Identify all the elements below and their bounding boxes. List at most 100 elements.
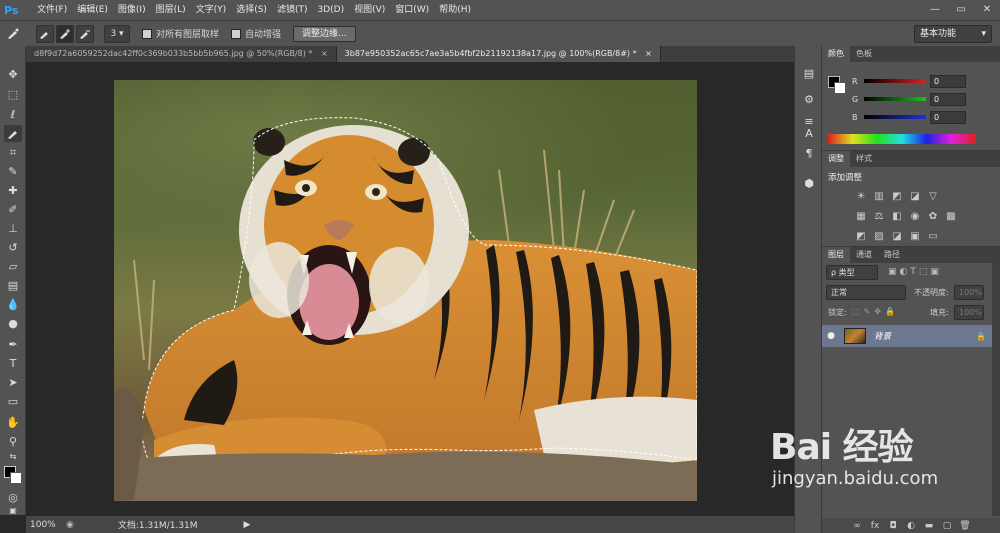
levels-icon[interactable]: ▥ bbox=[870, 189, 888, 203]
swap-colors-icon[interactable]: ⇆ bbox=[4, 450, 22, 462]
refine-edge-button[interactable]: 调整边缘... bbox=[293, 25, 356, 42]
minimize-button[interactable]: — bbox=[922, 0, 948, 18]
menu-filter[interactable]: 滤镜(T) bbox=[272, 0, 313, 20]
brightness-icon[interactable]: ☀ bbox=[852, 189, 870, 203]
canvas-area[interactable] bbox=[26, 62, 794, 516]
workspace-select[interactable]: 基本功能 bbox=[914, 25, 992, 43]
healing-brush-tool-icon[interactable]: ✚ bbox=[4, 182, 22, 199]
screen-mode-icon[interactable]: ▣ bbox=[4, 506, 22, 515]
layer-row-background[interactable]: ● 背景 🔒 bbox=[822, 325, 992, 347]
threshold-icon[interactable]: ◪ bbox=[888, 229, 906, 243]
brush-size-picker[interactable]: 3 ▾ bbox=[104, 24, 130, 43]
menu-layer[interactable]: 图层(L) bbox=[151, 0, 191, 20]
layers-scrollbar[interactable] bbox=[992, 263, 1000, 516]
sample-all-layers-checkbox[interactable] bbox=[142, 28, 152, 39]
close-button[interactable]: ✕ bbox=[974, 0, 1000, 18]
auto-enhance-checkbox[interactable] bbox=[231, 28, 242, 39]
crop-tool-icon[interactable]: ⌗ bbox=[4, 144, 22, 161]
menu-help[interactable]: 帮助(H) bbox=[434, 0, 476, 20]
tab-document-1[interactable]: d8f9d72a6059252dac42ff0c369b033b5bb5b965… bbox=[26, 46, 337, 62]
blend-mode-select[interactable]: 正常 bbox=[826, 285, 906, 300]
opacity-input[interactable]: 100% bbox=[954, 285, 984, 300]
close-icon[interactable]: × bbox=[321, 49, 328, 58]
blue-slider[interactable]: B 0 bbox=[852, 110, 992, 124]
move-tool-icon[interactable]: ✥ bbox=[4, 66, 22, 83]
properties-panel-icon[interactable]: ⚙ bbox=[800, 90, 818, 108]
dodge-tool-icon[interactable]: ● bbox=[4, 315, 22, 332]
lasso-tool-icon[interactable]: ℓ bbox=[4, 106, 22, 123]
type-tool-icon[interactable]: T bbox=[4, 355, 22, 372]
history-panel-icon[interactable]: ▤ bbox=[800, 64, 818, 82]
brush-tool-icon[interactable]: ✐ bbox=[4, 201, 22, 218]
3d-panel-icon[interactable]: ⬢ bbox=[800, 174, 818, 192]
hand-tool-icon[interactable]: ✋ bbox=[4, 414, 22, 431]
hue-saturation-icon[interactable]: ▦ bbox=[852, 209, 870, 223]
link-layers-icon[interactable]: ∞ bbox=[848, 521, 866, 531]
tab-paths[interactable]: 路径 bbox=[878, 247, 906, 263]
color-lookup-icon[interactable]: ▩ bbox=[942, 209, 960, 223]
black-white-icon[interactable]: ◧ bbox=[888, 209, 906, 223]
exposure-icon[interactable]: ◪ bbox=[906, 189, 924, 203]
subtract-from-selection-icon[interactable] bbox=[76, 24, 94, 43]
menu-select[interactable]: 选择(S) bbox=[231, 0, 272, 20]
document-image[interactable] bbox=[114, 80, 697, 501]
curves-icon[interactable]: ◩ bbox=[888, 189, 906, 203]
fill-input[interactable]: 100% bbox=[954, 305, 984, 320]
tab-adjustments[interactable]: 调整 bbox=[822, 151, 850, 167]
color-spectrum[interactable] bbox=[828, 134, 976, 144]
tab-channels[interactable]: 通道 bbox=[850, 247, 878, 263]
close-icon[interactable]: × bbox=[645, 49, 652, 58]
character-panel-icon[interactable]: A bbox=[800, 124, 818, 142]
menu-file[interactable]: 文件(F) bbox=[32, 0, 72, 20]
color-background-swatch[interactable] bbox=[834, 82, 846, 94]
green-slider[interactable]: G 0 bbox=[852, 92, 992, 106]
red-slider[interactable]: R 0 bbox=[852, 74, 992, 88]
blue-slider-track[interactable] bbox=[864, 115, 926, 119]
add-to-selection-icon[interactable] bbox=[56, 24, 74, 43]
zoom-tool-icon[interactable]: ⚲ bbox=[4, 433, 22, 450]
background-color-swatch[interactable] bbox=[10, 472, 22, 484]
menu-3d[interactable]: 3D(D) bbox=[312, 0, 349, 20]
rectangle-tool-icon[interactable]: ▭ bbox=[4, 393, 22, 410]
marquee-tool-icon[interactable]: ⬚ bbox=[4, 86, 22, 103]
new-adjustment-icon[interactable]: ◐ bbox=[902, 521, 920, 531]
tab-color[interactable]: 颜色 bbox=[822, 46, 850, 62]
green-slider-track[interactable] bbox=[864, 97, 926, 101]
quick-selection-tool-icon[interactable] bbox=[4, 125, 22, 142]
menu-edit[interactable]: 编辑(E) bbox=[72, 0, 113, 20]
red-slider-track[interactable] bbox=[864, 79, 926, 83]
green-value[interactable]: 0 bbox=[930, 92, 966, 106]
eyedropper-tool-icon[interactable]: ✎ bbox=[4, 163, 22, 180]
invert-icon[interactable]: ◩ bbox=[852, 229, 870, 243]
tab-layers[interactable]: 图层 bbox=[822, 247, 850, 263]
status-menu-arrow-icon[interactable]: ▶ bbox=[244, 520, 251, 530]
new-selection-icon[interactable] bbox=[36, 24, 54, 43]
vibrance-icon[interactable]: ▽ bbox=[924, 189, 942, 203]
color-balance-icon[interactable]: ⚖ bbox=[870, 209, 888, 223]
lock-icon[interactable]: 🔒 bbox=[976, 332, 986, 341]
gradient-map-icon[interactable]: ▭ bbox=[924, 229, 942, 243]
layer-name[interactable]: 背景 bbox=[874, 330, 891, 342]
tab-swatches[interactable]: 色板 bbox=[850, 46, 878, 62]
pen-tool-icon[interactable]: ✒ bbox=[4, 336, 22, 353]
menu-image[interactable]: 图像(I) bbox=[113, 0, 151, 20]
eraser-tool-icon[interactable]: ▱ bbox=[4, 258, 22, 275]
tab-styles[interactable]: 样式 bbox=[850, 151, 878, 167]
clone-stamp-tool-icon[interactable]: ⊥ bbox=[4, 220, 22, 237]
photo-filter-icon[interactable]: ◉ bbox=[906, 209, 924, 223]
blue-value[interactable]: 0 bbox=[930, 110, 966, 124]
paragraph-panel-icon[interactable]: ¶ bbox=[800, 144, 818, 162]
red-value[interactable]: 0 bbox=[930, 74, 966, 88]
auto-enhance-option[interactable]: 自动增强 bbox=[231, 27, 281, 40]
zoom-level[interactable]: 100% bbox=[26, 520, 66, 530]
path-selection-tool-icon[interactable]: ➤ bbox=[4, 374, 22, 391]
add-mask-icon[interactable]: ◘ bbox=[884, 521, 902, 531]
posterize-icon[interactable]: ▨ bbox=[870, 229, 888, 243]
selective-color-icon[interactable]: ▣ bbox=[906, 229, 924, 243]
new-layer-icon[interactable]: ▢ bbox=[938, 521, 956, 531]
blur-tool-icon[interactable]: 💧 bbox=[4, 296, 22, 313]
sample-all-layers-option[interactable]: 对所有图层取样 bbox=[142, 27, 219, 40]
layer-filter-select[interactable]: ρ 类型 bbox=[826, 265, 878, 280]
menu-window[interactable]: 窗口(W) bbox=[390, 0, 434, 20]
restore-button[interactable]: ▭ bbox=[948, 0, 974, 18]
